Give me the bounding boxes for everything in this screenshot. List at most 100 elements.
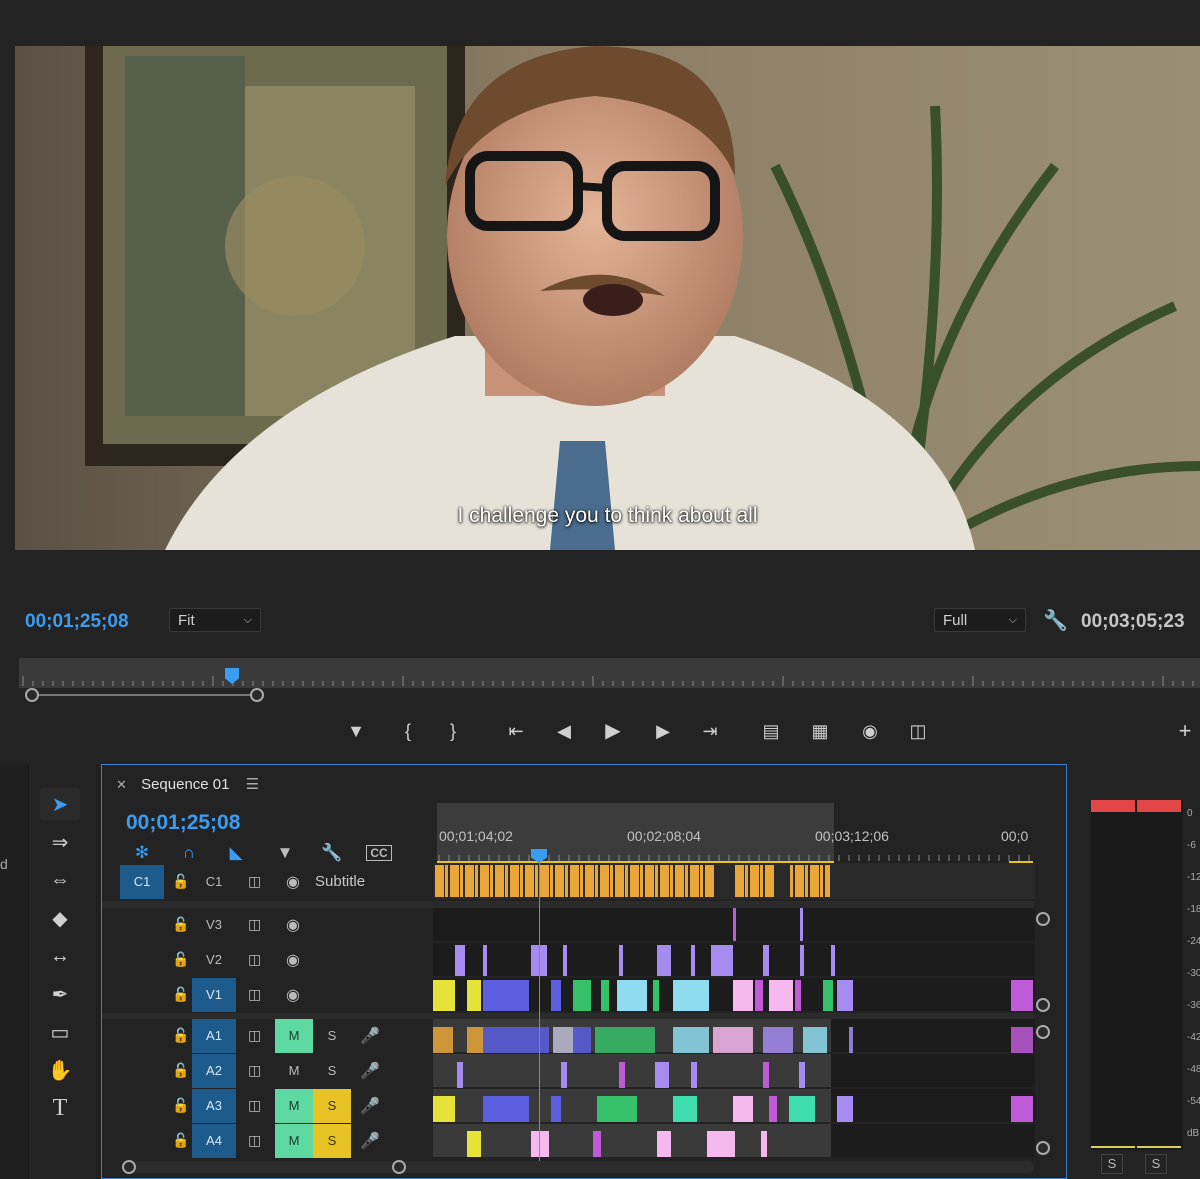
type-tool-icon[interactable]: T <box>40 1092 80 1124</box>
sync-lock-icon[interactable]: ◫ <box>248 1132 261 1149</box>
zoom-level-dropdown[interactable]: Fit ⌵ <box>169 608 261 632</box>
captions-icon[interactable]: CC <box>366 845 392 861</box>
mark-in-icon[interactable]: { <box>395 718 421 744</box>
panel-menu-icon[interactable]: ☰ <box>246 776 259 793</box>
lock-icon[interactable]: 🔓 <box>172 951 189 968</box>
ripple-edit-tool-icon[interactable]: ⇔ <box>40 864 80 896</box>
microphone-icon[interactable]: 🎤 <box>360 1131 380 1151</box>
microphone-icon[interactable]: 🎤 <box>360 1026 380 1046</box>
track-name-v2[interactable]: V2 <box>192 943 236 977</box>
timeline-ruler[interactable]: 00;01;04;02 00;02;08;04 00;03;12;06 00;0 <box>437 803 1037 864</box>
solo-right-button[interactable]: S <box>1145 1154 1167 1174</box>
horizontal-scroll-bar[interactable] <box>122 1160 1034 1174</box>
hscroll-handle-right[interactable] <box>392 1160 406 1174</box>
step-back-icon[interactable]: ◀ <box>551 718 577 744</box>
sync-lock-icon[interactable]: ◫ <box>248 916 261 933</box>
compare-view-icon[interactable]: ◫ <box>905 718 931 744</box>
wrench-icon[interactable]: 🔧 <box>1043 608 1068 633</box>
scroll-handle-bottom[interactable] <box>1036 1141 1050 1155</box>
track-name-a2[interactable]: A2 <box>192 1054 236 1088</box>
audio-meter-panel: 0 -6 -12 -18 -24 -30 -36 -42 -48 -54 dB S S <box>1067 764 1200 1179</box>
track-name-v3[interactable]: V3 <box>192 908 236 942</box>
zoom-scroll-bar[interactable] <box>19 688 1200 702</box>
razor-tool-icon[interactable]: ◆ <box>40 902 80 934</box>
peak-indicator-right[interactable] <box>1137 800 1181 812</box>
extract-icon[interactable]: ▦ <box>807 718 833 744</box>
eye-icon[interactable]: ◉ <box>286 950 300 970</box>
peak-indicator-left[interactable] <box>1091 800 1135 812</box>
mute-button-a3[interactable]: M <box>275 1089 313 1123</box>
solo-button-a3[interactable]: S <box>313 1089 351 1123</box>
sequence-tab[interactable]: ✕ Sequence 01 ☰ <box>116 775 259 793</box>
program-time-ruler[interactable] <box>19 658 1200 688</box>
scroll-handle-top[interactable] <box>1036 912 1050 926</box>
eye-icon[interactable]: ◉ <box>286 872 300 892</box>
sync-lock-icon[interactable]: ◫ <box>248 873 261 890</box>
lock-icon[interactable]: 🔓 <box>172 1097 189 1114</box>
subtitle-overlay: I challenge you to think about all <box>457 504 758 527</box>
go-to-out-icon[interactable]: ⇥ <box>697 718 723 744</box>
lock-icon[interactable]: 🔓 <box>172 1027 189 1044</box>
pen-tool-icon[interactable]: ✒ <box>40 978 80 1010</box>
close-icon[interactable]: ✕ <box>116 777 127 792</box>
sync-lock-icon[interactable]: ◫ <box>248 986 261 1003</box>
solo-left-button[interactable]: S <box>1101 1154 1123 1174</box>
timeline-tracks-area[interactable] <box>433 863 1035 1163</box>
timeline-settings-wrench-icon[interactable]: 🔧 <box>319 843 345 865</box>
sync-lock-icon[interactable]: ◫ <box>248 1027 261 1044</box>
mark-out-icon[interactable]: } <box>440 718 466 744</box>
track-name-a3[interactable]: A3 <box>192 1089 236 1123</box>
microphone-icon[interactable]: 🎤 <box>360 1096 380 1116</box>
nest-sequence-icon[interactable]: ✻ <box>129 843 155 865</box>
lock-icon[interactable]: 🔓 <box>172 1132 189 1149</box>
lock-icon[interactable]: 🔓 <box>172 916 189 933</box>
track-name-c1[interactable]: C1 <box>192 865 236 899</box>
zoom-handle-left[interactable] <box>25 688 39 702</box>
rectangle-tool-icon[interactable]: ▭ <box>40 1016 80 1048</box>
camera-icon[interactable]: ◉ <box>857 718 883 744</box>
selection-tool-icon[interactable]: ➤ <box>40 788 80 820</box>
timeline-timecode[interactable]: 00;01;25;08 <box>126 811 240 835</box>
mute-button-a2[interactable]: M <box>275 1054 313 1088</box>
go-to-in-icon[interactable]: ⇤ <box>503 718 529 744</box>
track-name-v1[interactable]: V1 <box>192 978 236 1012</box>
slip-tool-icon[interactable]: ↔ <box>40 940 80 972</box>
add-button-icon[interactable]: + <box>1172 718 1198 744</box>
lock-icon[interactable]: 🔓 <box>172 1062 189 1079</box>
hand-tool-icon[interactable]: ✋ <box>40 1054 80 1086</box>
mute-button-a4[interactable]: M <box>275 1124 313 1158</box>
snap-magnet-icon[interactable]: ∩ <box>176 843 202 865</box>
step-forward-icon[interactable]: ▶ <box>650 718 676 744</box>
track-header-a1: 🔓 A1 ◫ M S 🎤 <box>102 1019 432 1053</box>
solo-button-a2[interactable]: S <box>313 1054 351 1088</box>
track-header-a4: 🔓 A4 ◫ M S 🎤 <box>102 1124 432 1158</box>
zoom-handle-right[interactable] <box>250 688 264 702</box>
scroll-handle-lower[interactable] <box>1036 1025 1050 1039</box>
track-select-tool-icon[interactable]: ⇒ <box>40 826 80 858</box>
linked-selection-icon[interactable]: ◣ <box>223 843 249 865</box>
video-frame[interactable]: I challenge you to think about all <box>15 46 1200 550</box>
sync-lock-icon[interactable]: ◫ <box>248 1097 261 1114</box>
play-icon[interactable]: ▶ <box>600 718 626 744</box>
eye-icon[interactable]: ◉ <box>286 985 300 1005</box>
track-target-c1[interactable]: C1 <box>120 865 164 899</box>
lock-icon[interactable]: 🔓 <box>172 873 189 890</box>
solo-button-a4[interactable]: S <box>313 1124 351 1158</box>
track-name-a4[interactable]: A4 <box>192 1124 236 1158</box>
lift-icon[interactable]: ▤ <box>758 718 784 744</box>
add-marker-icon[interactable]: ▼ <box>272 843 298 865</box>
lock-icon[interactable]: 🔓 <box>172 986 189 1003</box>
microphone-icon[interactable]: 🎤 <box>360 1061 380 1081</box>
track-name-a1[interactable]: A1 <box>192 1019 236 1053</box>
solo-button-a1[interactable]: S <box>313 1019 351 1053</box>
vertical-scroll-bar[interactable] <box>1036 912 1050 1155</box>
eye-icon[interactable]: ◉ <box>286 915 300 935</box>
sync-lock-icon[interactable]: ◫ <box>248 951 261 968</box>
mute-button-a1[interactable]: M <box>275 1019 313 1053</box>
sync-lock-icon[interactable]: ◫ <box>248 1062 261 1079</box>
scroll-handle-middle[interactable] <box>1036 998 1050 1012</box>
add-marker-icon[interactable]: ▼ <box>343 718 369 744</box>
playback-resolution-dropdown[interactable]: Full ⌵ <box>934 608 1026 632</box>
playhead-timecode[interactable]: 00;01;25;08 <box>25 611 129 633</box>
hscroll-handle-left[interactable] <box>122 1160 136 1174</box>
